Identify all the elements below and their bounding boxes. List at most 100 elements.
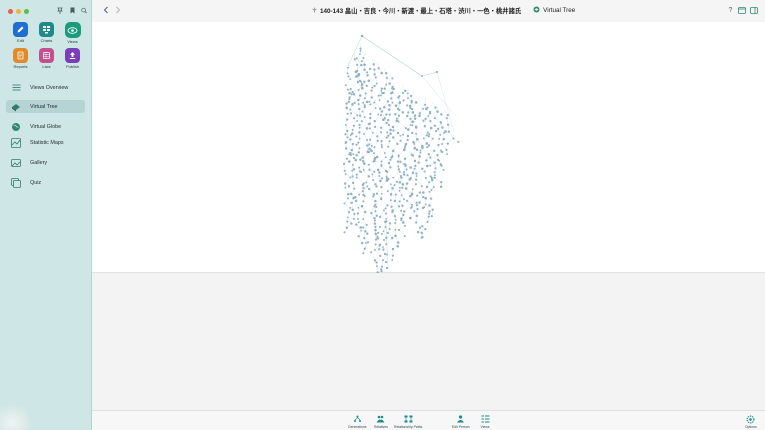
person-node[interactable] <box>370 251 373 254</box>
person-node[interactable] <box>362 252 365 255</box>
person-node[interactable] <box>359 158 362 161</box>
person-node[interactable] <box>354 199 358 203</box>
person-node[interactable] <box>426 131 429 134</box>
person-node[interactable] <box>440 113 443 116</box>
person-node[interactable] <box>344 142 347 145</box>
person-node[interactable] <box>402 198 405 201</box>
publish-mode-button[interactable]: Publish <box>60 48 85 69</box>
person-node[interactable] <box>421 236 424 239</box>
person-node[interactable] <box>347 185 351 188</box>
person-node[interactable] <box>413 146 417 150</box>
toggle-sidebar-button[interactable] <box>737 5 746 15</box>
person-node[interactable] <box>344 84 347 87</box>
person-node[interactable] <box>362 186 365 190</box>
person-node[interactable] <box>365 127 369 130</box>
sidebar-item-quiz[interactable]: Quiz <box>6 176 85 189</box>
person-node[interactable] <box>348 96 351 99</box>
pin-icon[interactable] <box>57 6 63 14</box>
person-node[interactable] <box>377 113 380 116</box>
person-node[interactable] <box>390 97 393 100</box>
person-node[interactable] <box>431 137 434 140</box>
person-node[interactable] <box>360 34 364 38</box>
person-node[interactable] <box>346 197 349 200</box>
person-node[interactable] <box>361 183 365 187</box>
person-node[interactable] <box>362 101 365 104</box>
person-node[interactable] <box>429 175 432 178</box>
person-node[interactable] <box>396 244 399 248</box>
person-node[interactable] <box>380 110 384 113</box>
person-node[interactable] <box>409 216 412 220</box>
person-node[interactable] <box>426 146 429 149</box>
person-node[interactable] <box>350 201 353 204</box>
person-node[interactable] <box>346 112 349 115</box>
person-node[interactable] <box>352 157 356 160</box>
person-node[interactable] <box>357 221 360 224</box>
person-node[interactable] <box>347 160 351 163</box>
person-node[interactable] <box>380 71 383 75</box>
forward-button[interactable] <box>115 6 121 16</box>
views-button[interactable]: Views <box>480 414 490 429</box>
person-node[interactable] <box>382 91 385 95</box>
person-node[interactable] <box>359 226 362 229</box>
person-node[interactable] <box>404 127 407 130</box>
reports-mode-button[interactable]: Reports <box>8 48 33 69</box>
inspector-button[interactable] <box>749 5 758 15</box>
person-node[interactable] <box>377 231 380 234</box>
person-node[interactable] <box>382 246 384 248</box>
person-node[interactable] <box>385 266 389 270</box>
close-window-button[interactable] <box>8 9 13 14</box>
person-node[interactable] <box>360 241 364 245</box>
person-node[interactable] <box>406 104 409 107</box>
person-node[interactable] <box>371 86 374 89</box>
person-node[interactable] <box>385 113 388 116</box>
person-node[interactable] <box>349 153 352 157</box>
person-node[interactable] <box>381 233 383 235</box>
person-node[interactable] <box>343 231 346 234</box>
person-node[interactable] <box>457 140 460 143</box>
sidebar-item-views-overview[interactable]: Views Overview <box>6 81 85 94</box>
person-node[interactable] <box>389 132 392 135</box>
views-mode-button[interactable]: Views <box>60 22 85 44</box>
person-node[interactable] <box>421 206 425 210</box>
person-node[interactable] <box>348 91 351 95</box>
back-button[interactable] <box>103 6 109 16</box>
person-node[interactable] <box>364 241 367 244</box>
person-node[interactable] <box>415 204 418 207</box>
person-node[interactable] <box>352 168 356 171</box>
person-node[interactable] <box>386 190 389 193</box>
minimize-window-button[interactable] <box>16 9 21 14</box>
person-node[interactable] <box>392 136 395 139</box>
virtual-tree-canvas[interactable] <box>92 22 765 280</box>
person-node[interactable] <box>394 104 398 107</box>
person-node[interactable] <box>411 124 414 127</box>
person-node[interactable] <box>362 226 365 229</box>
person-node[interactable] <box>440 150 444 154</box>
help-button[interactable]: ? <box>726 5 735 15</box>
relatives-button[interactable]: Relatives <box>374 414 388 429</box>
person-node[interactable] <box>427 135 430 138</box>
person-node[interactable] <box>355 143 358 146</box>
person-node[interactable] <box>363 80 366 84</box>
person-node[interactable] <box>424 117 427 120</box>
person-node[interactable] <box>429 164 432 167</box>
person-node[interactable] <box>378 225 382 229</box>
person-node[interactable] <box>346 118 349 121</box>
person-node[interactable] <box>352 217 355 220</box>
person-node[interactable] <box>375 185 378 188</box>
bookmark-icon[interactable] <box>69 6 75 14</box>
person-node[interactable] <box>446 153 448 156</box>
person-node[interactable] <box>389 183 392 186</box>
person-node[interactable] <box>395 117 398 120</box>
person-node[interactable] <box>365 84 368 88</box>
lists-mode-button[interactable]: Lists <box>34 48 59 69</box>
person-node[interactable] <box>373 217 376 220</box>
relationship-paths-button[interactable]: Relationship Paths <box>394 414 422 429</box>
person-node[interactable] <box>392 129 395 132</box>
person-node[interactable] <box>351 208 355 212</box>
generations-button[interactable]: Generations <box>348 414 366 429</box>
person-node[interactable] <box>384 260 388 264</box>
person-node[interactable] <box>360 120 363 123</box>
person-node[interactable] <box>352 153 355 156</box>
person-node[interactable] <box>446 142 449 145</box>
sidebar-item-virtual-globe[interactable]: Virtual Globe <box>6 120 85 133</box>
